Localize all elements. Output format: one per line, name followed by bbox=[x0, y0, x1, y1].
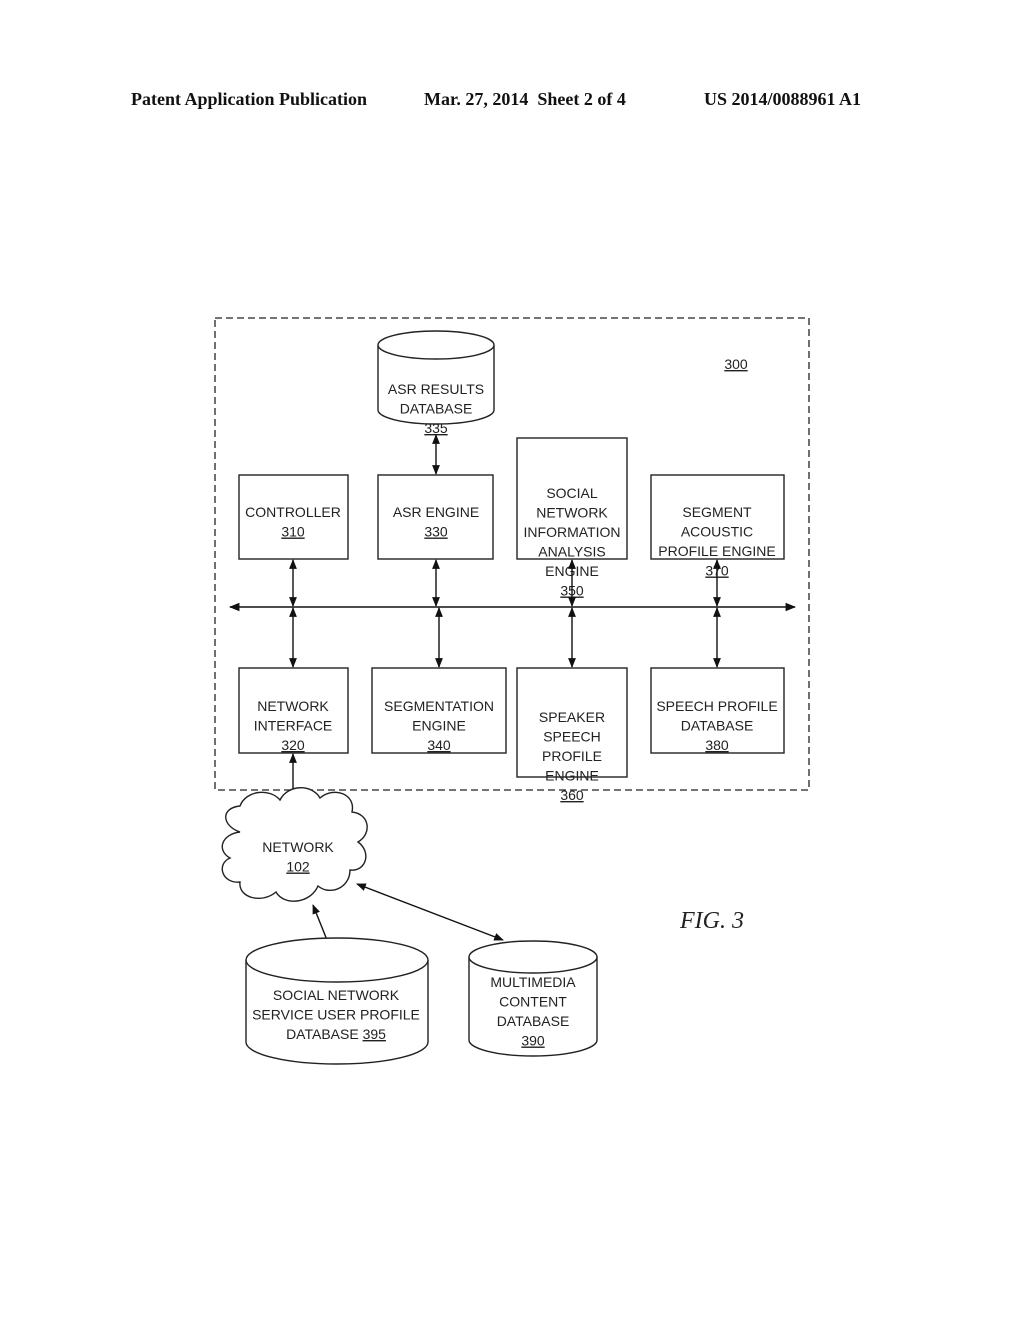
ref-number: 395 bbox=[363, 1026, 387, 1042]
figure-label: FIG. 3 bbox=[679, 908, 744, 934]
speaker-speech-label: SPEAKER SPEECH PROFILE ENGINE 360 bbox=[539, 709, 605, 803]
ref-number: 310 bbox=[281, 524, 305, 540]
label-line: DATABASE 395 bbox=[286, 1026, 386, 1042]
label-line: MULTIMEDIA bbox=[490, 974, 576, 990]
label-line: SERVICE USER PROFILE bbox=[252, 1007, 420, 1023]
label-line: NETWORK bbox=[536, 505, 608, 521]
label-line: INTERFACE bbox=[254, 718, 333, 734]
ref-number: 390 bbox=[521, 1033, 545, 1049]
network-interface-box: NETWORK INTERFACE 320 bbox=[238, 667, 349, 754]
label-line: ANALYSIS bbox=[538, 544, 605, 560]
controller-box: CONTROLLER 310 bbox=[238, 474, 349, 560]
network-cloud: NETWORK 102 bbox=[221, 787, 368, 902]
label-line: ASR ENGINE bbox=[393, 504, 479, 520]
label-line: NETWORK bbox=[257, 698, 329, 714]
ref-number: 102 bbox=[286, 859, 310, 875]
label-line: SOCIAL NETWORK bbox=[273, 987, 400, 1003]
asr-results-db-label: ASR RESULTS DATABASE 335 bbox=[388, 381, 484, 436]
label-line: PROFILE bbox=[542, 748, 602, 764]
speaker-speech-profile-engine-box: SPEAKER SPEECH PROFILE ENGINE 360 bbox=[516, 667, 628, 803]
label-line: SPEECH bbox=[543, 729, 601, 745]
label-line: PROFILE ENGINE bbox=[658, 543, 775, 559]
ref-number: 335 bbox=[424, 420, 448, 436]
social-network-user-profile-database: SOCIAL NETWORK SERVICE USER PROFILE DATABA… bbox=[245, 937, 429, 1065]
label-line: SEGMENT bbox=[682, 504, 752, 520]
ref-number: 330 bbox=[424, 524, 448, 540]
label-line: CONTENT bbox=[499, 994, 567, 1010]
diagram: 300 ASR RESULTS DATABASE 335 CONTROLLER 310… bbox=[214, 317, 810, 1065]
ref-number: 320 bbox=[281, 737, 305, 753]
ref-number: 380 bbox=[705, 737, 729, 753]
asr-results-database: ASR RESULTS DATABASE 335 bbox=[377, 330, 495, 436]
asr-engine-box: ASR ENGINE 330 bbox=[377, 474, 494, 560]
label-line: SPEAKER bbox=[539, 709, 605, 725]
label-line: DATABASE bbox=[681, 718, 754, 734]
label-line: CONTROLLER bbox=[245, 504, 341, 520]
label-line: ENGINE bbox=[545, 768, 599, 784]
label-line: ACOUSTIC bbox=[681, 524, 753, 540]
ref-number: 360 bbox=[560, 787, 584, 803]
label-line: ASR RESULTS bbox=[388, 381, 484, 397]
label-line: SOCIAL bbox=[546, 485, 598, 501]
system-ref: 300 bbox=[724, 356, 748, 372]
label-line: SEGMENTATION bbox=[384, 698, 494, 714]
segmentation-engine-box: SEGMENTATION ENGINE 340 bbox=[371, 667, 507, 754]
label-line: INFORMATION bbox=[524, 524, 621, 540]
label-line: DATABASE bbox=[497, 1013, 570, 1029]
label-line: SPEECH PROFILE bbox=[656, 698, 777, 714]
label-line: DATABASE bbox=[400, 401, 473, 417]
speech-profile-database-box: SPEECH PROFILE DATABASE 380 bbox=[650, 667, 785, 754]
ref-number: 340 bbox=[427, 737, 451, 753]
label-line: NETWORK bbox=[262, 839, 334, 855]
multimedia-content-database: MULTIMEDIA CONTENT DATABASE 390 bbox=[468, 940, 598, 1057]
label-line: ENGINE bbox=[412, 718, 466, 734]
